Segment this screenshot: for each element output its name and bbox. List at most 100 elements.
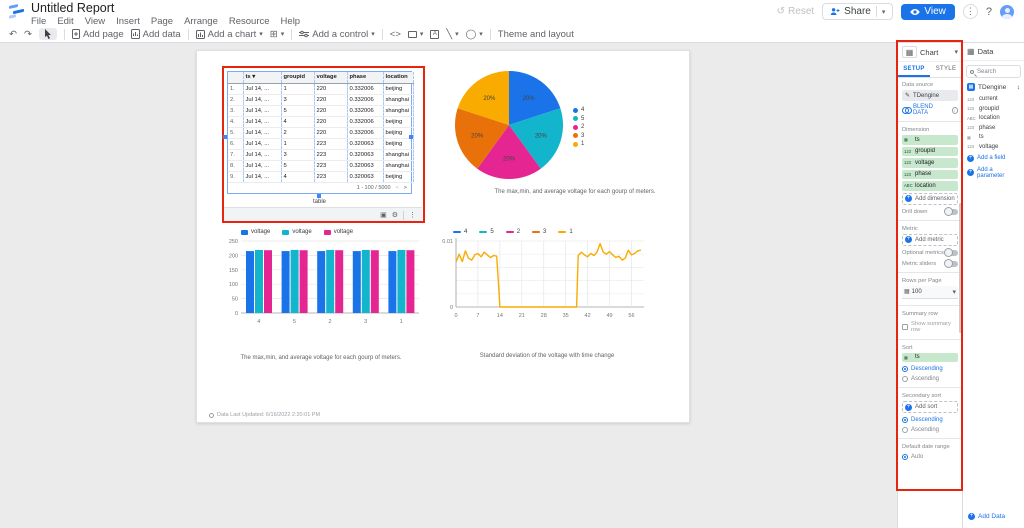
field-chip-ts[interactable]: ▦ ts — [902, 352, 958, 362]
data-field-groupid[interactable]: 123 groupid — [967, 106, 1020, 112]
gear-icon[interactable]: ⚙ — [392, 211, 398, 219]
pie-legend-item[interactable]: 5 — [573, 116, 584, 122]
field-type-icon-number: 123 — [967, 144, 974, 149]
reset-button[interactable]: ↺ Reset — [777, 6, 815, 17]
field-chip-groupid[interactable]: 123 groupid — [902, 146, 958, 156]
report-canvas[interactable]: ts ▾ groupid voltage phase location 1. Jul 14,… — [196, 50, 690, 423]
selection-handle[interactable] — [223, 135, 227, 139]
chevron-down-icon[interactable]: ▾ — [954, 48, 958, 56]
add-dimension-button[interactable]: + Add dimension — [902, 192, 958, 205]
data-table[interactable]: ts ▾ groupid voltage phase location 1. Jul 14,… — [228, 72, 414, 183]
selection-handle[interactable] — [409, 135, 413, 139]
clock-icon — [209, 412, 214, 418]
legend-line-swatch — [505, 231, 514, 233]
line-chart[interactable]: 0 7 14 21 28 35 42 49 56 0.01 0 — [441, 235, 653, 331]
community-viz-button[interactable]: ⊞ ▾ — [270, 29, 284, 40]
view-button[interactable]: View — [901, 3, 955, 20]
optional-metrics-toggle[interactable] — [944, 248, 958, 257]
data-field-current[interactable]: 123 current — [967, 96, 1020, 102]
search-input[interactable]: Search — [966, 65, 1021, 78]
data-source-row[interactable]: ▦ TDengine ↕ — [966, 82, 1021, 92]
help-button[interactable]: ? — [986, 6, 992, 18]
avatar[interactable] — [1000, 4, 1014, 19]
radio-ascending[interactable] — [902, 376, 908, 382]
secondary-ascending-option: Ascending — [902, 427, 958, 433]
selection-handle[interactable] — [317, 194, 321, 198]
widget-kebab-icon[interactable]: ⋮ — [409, 211, 416, 219]
field-chip-ts[interactable]: ▦ ts — [902, 135, 958, 145]
table-row: 9. Jul 14, ... 4 223 0.320063 beijing — [228, 171, 414, 183]
field-chip-location[interactable]: ABC location — [902, 181, 958, 191]
page-prev-icon[interactable]: < — [396, 185, 399, 191]
table-cell: 0.332006 — [347, 83, 384, 95]
summary-checkbox[interactable] — [902, 323, 908, 330]
field-chip-label: ts — [915, 136, 920, 143]
add-data-button[interactable]: Add data — [130, 29, 181, 40]
col-header-location[interactable]: location — [383, 72, 414, 84]
add-field-link[interactable]: + Add a field — [967, 154, 1020, 162]
col-header-voltage[interactable]: voltage — [314, 72, 348, 84]
field-chip-phase[interactable]: 123 phase — [902, 169, 958, 179]
datastudio-logo-icon[interactable] — [8, 4, 24, 19]
blend-data-link[interactable]: BLEND DATA i — [902, 104, 958, 116]
collapse-fields-icon[interactable]: ↕ — [1017, 84, 1020, 91]
shape-button[interactable]: ◯ ▾ — [466, 29, 483, 40]
pencil-icon[interactable]: ✎ — [905, 92, 910, 99]
table-cell: 223 — [314, 149, 348, 161]
data-field-ts[interactable]: ▦ ts — [967, 134, 1020, 140]
data-last-updated: Data Last Updated: 6/16/2022 2:20:01 PM — [209, 412, 320, 418]
pie-legend-item[interactable]: 4 — [573, 107, 584, 113]
data-field-location[interactable]: ABC location — [967, 115, 1020, 121]
report-title[interactable]: Untitled Report — [31, 2, 300, 15]
add-control-button[interactable]: Add a control ▾ — [299, 29, 375, 40]
chart-swap-icon[interactable]: ▣ — [380, 211, 387, 219]
add-parameter-link[interactable]: + Add a parameter — [967, 167, 1020, 179]
radio-auto[interactable] — [902, 454, 908, 460]
undo-button[interactable]: ↶ — [9, 29, 17, 40]
pie-legend-item[interactable]: 2 — [573, 124, 584, 130]
table-widget[interactable]: ts ▾ groupid voltage phase location 1. Jul 14,… — [227, 71, 414, 194]
add-chart-button[interactable]: Add a chart ▾ — [195, 29, 263, 40]
bar-1-s2 — [406, 250, 415, 313]
col-header-phase[interactable]: phase — [347, 72, 384, 84]
col-header-groupid[interactable]: groupid — [281, 72, 315, 84]
table-cell: shanghai — [383, 105, 414, 117]
radio-descending[interactable] — [902, 417, 908, 423]
data-field-phase[interactable]: 123 phase — [967, 125, 1020, 131]
col-header-ts[interactable]: ts ▾ — [243, 72, 282, 84]
radio-descending[interactable] — [902, 366, 908, 372]
pie-legend-item[interactable]: 3 — [573, 133, 584, 139]
table-cell: Jul 14, ... — [243, 83, 282, 95]
embed-button[interactable]: <> — [390, 29, 401, 40]
select-tool-button[interactable] — [38, 28, 57, 40]
pie-legend-item[interactable]: 1 — [573, 141, 584, 147]
pie-chart[interactable]: 20% 20% 20% 20% 20% — [453, 69, 565, 181]
page-next-icon[interactable]: > — [404, 185, 407, 191]
theme-layout-button[interactable]: Theme and layout — [498, 29, 574, 40]
rows-per-page-select[interactable]: ▦ 100 ▾ — [902, 285, 958, 299]
image-button[interactable]: ▾ — [407, 30, 423, 38]
add-sort-button[interactable]: + Add sort — [902, 401, 958, 413]
data-source-chip[interactable]: ✎ TDengine — [902, 90, 958, 101]
tab-setup[interactable]: SETUP — [898, 62, 930, 77]
add-page-button[interactable]: Add page — [71, 29, 124, 40]
data-field-voltage[interactable]: 123 voltage — [967, 144, 1020, 150]
table-cell: Jul 14, ... — [243, 127, 282, 139]
field-chip-voltage[interactable]: 123 voltage — [902, 158, 958, 168]
more-options-button[interactable]: ⋮ — [962, 4, 978, 19]
secondary-sort-label: Secondary sort — [902, 393, 941, 399]
bar-chart[interactable]: 0 50 100 150 200 250 4 5 2 3 1 — [219, 235, 423, 331]
tab-style[interactable]: STYLE — [930, 62, 962, 77]
add-data-bottom-button[interactable]: + Add Data — [968, 513, 1005, 520]
redo-button[interactable]: ↷ — [24, 29, 32, 40]
radio-ascending[interactable] — [902, 427, 908, 433]
drill-down-toggle[interactable] — [944, 207, 958, 216]
text-button[interactable]: A — [430, 29, 440, 39]
share-dropdown-icon[interactable]: ▾ — [882, 8, 886, 16]
bar-chart-widget[interactable]: voltage voltage voltage 0 50 100 150 200 250 4 5 2… — [219, 229, 423, 374]
add-metric-button[interactable]: + Add metric — [902, 233, 958, 246]
share-button[interactable]: Share ▾ — [822, 3, 894, 20]
line-button[interactable]: ╲ ▾ — [446, 29, 458, 40]
metric-sliders-toggle[interactable] — [944, 259, 958, 268]
line-chart-widget[interactable]: 45231 0 7 14 21 28 35 42 49 56 0.01 0 Standard dev… — [441, 229, 653, 384]
